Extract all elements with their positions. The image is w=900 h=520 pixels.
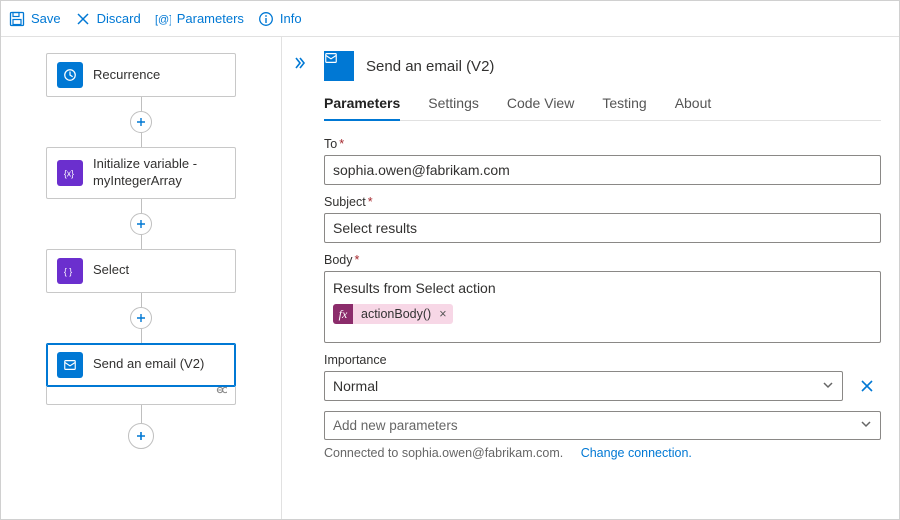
chevron-down-icon bbox=[822, 378, 834, 394]
discard-label: Discard bbox=[97, 11, 141, 26]
panel-title: Send an email (V2) bbox=[366, 58, 494, 75]
command-bar: Save Discard [@] Parameters Info bbox=[1, 1, 899, 37]
step-send-email[interactable]: Send an email (V2) bbox=[46, 343, 236, 387]
parameters-label: Parameters bbox=[177, 11, 244, 26]
tab-testing[interactable]: Testing bbox=[602, 95, 646, 120]
step-send-email-footer[interactable] bbox=[46, 387, 236, 405]
svg-text:{ }: { } bbox=[64, 266, 72, 276]
token-text: actionBody() bbox=[353, 307, 437, 321]
app-root: Save Discard [@] Parameters Info bbox=[0, 0, 900, 520]
add-step-button[interactable] bbox=[128, 423, 154, 449]
connector bbox=[141, 199, 142, 213]
connection-icon bbox=[213, 383, 227, 398]
panel-tabs: Parameters Settings Code View Testing Ab… bbox=[324, 95, 881, 121]
connection-text: Connected to sophia.owen@fabrikam.com. bbox=[324, 446, 563, 460]
to-label: To* bbox=[324, 137, 881, 151]
workspace: Recurrence {x} Initialize variable - myI… bbox=[1, 37, 899, 519]
body-editor[interactable]: Results from Select action fx actionBody… bbox=[324, 271, 881, 343]
step-recurrence[interactable]: Recurrence bbox=[46, 53, 236, 97]
step-label: Select bbox=[93, 262, 129, 279]
svg-text:[@]: [@] bbox=[155, 14, 171, 26]
add-step-button[interactable] bbox=[130, 213, 152, 235]
add-parameters-label: Add new parameters bbox=[333, 418, 458, 433]
step-label: Send an email (V2) bbox=[93, 356, 204, 373]
body-label: Body* bbox=[324, 253, 881, 267]
info-label: Info bbox=[280, 11, 302, 26]
outlook-icon bbox=[324, 51, 354, 81]
info-icon bbox=[258, 11, 274, 27]
chevron-down-icon bbox=[860, 418, 872, 433]
token-remove-button[interactable]: × bbox=[437, 307, 452, 321]
save-icon bbox=[9, 11, 25, 27]
chevron-double-right-icon bbox=[292, 55, 308, 71]
connector bbox=[141, 133, 142, 147]
clock-icon bbox=[57, 62, 83, 88]
step-label: Recurrence bbox=[93, 67, 160, 84]
svg-text:{x}: {x} bbox=[64, 168, 74, 178]
info-button[interactable]: Info bbox=[258, 11, 302, 27]
expression-token[interactable]: fx actionBody() × bbox=[333, 304, 453, 324]
parameters-button[interactable]: [@] Parameters bbox=[155, 11, 244, 27]
to-input[interactable] bbox=[324, 155, 881, 185]
collapse-panel-button[interactable] bbox=[282, 37, 318, 519]
connector bbox=[141, 293, 142, 307]
connector bbox=[141, 405, 142, 423]
step-select[interactable]: { } Select bbox=[46, 249, 236, 293]
parameters-icon: [@] bbox=[155, 11, 171, 27]
fx-icon: fx bbox=[333, 304, 353, 324]
importance-value: Normal bbox=[333, 378, 378, 394]
tab-about[interactable]: About bbox=[675, 95, 712, 120]
clear-importance-button[interactable] bbox=[853, 372, 881, 400]
step-label: Initialize variable - myIntegerArray bbox=[93, 156, 225, 190]
discard-button[interactable]: Discard bbox=[75, 11, 141, 27]
save-label: Save bbox=[31, 11, 61, 26]
select-icon: { } bbox=[57, 258, 83, 284]
importance-select[interactable]: Normal bbox=[324, 371, 843, 401]
add-step-button[interactable] bbox=[130, 307, 152, 329]
connector bbox=[141, 329, 142, 343]
flow-designer: Recurrence {x} Initialize variable - myI… bbox=[1, 37, 281, 519]
subject-label: Subject* bbox=[324, 195, 881, 209]
add-parameters-select[interactable]: Add new parameters bbox=[324, 411, 881, 440]
importance-label: Importance bbox=[324, 353, 881, 367]
body-text: Results from Select action bbox=[333, 280, 872, 296]
tab-settings[interactable]: Settings bbox=[428, 95, 479, 120]
connection-status: Connected to sophia.owen@fabrikam.com. C… bbox=[324, 446, 881, 460]
tab-code-view[interactable]: Code View bbox=[507, 95, 574, 120]
save-button[interactable]: Save bbox=[9, 11, 61, 27]
subject-input[interactable] bbox=[324, 213, 881, 243]
action-panel: Send an email (V2) Parameters Settings C… bbox=[318, 37, 899, 519]
details-pane: Send an email (V2) Parameters Settings C… bbox=[281, 37, 899, 519]
connector bbox=[141, 97, 142, 111]
change-connection-link[interactable]: Change connection. bbox=[581, 446, 692, 460]
close-icon bbox=[75, 11, 91, 27]
add-step-button[interactable] bbox=[130, 111, 152, 133]
variable-icon: {x} bbox=[57, 160, 83, 186]
panel-header: Send an email (V2) bbox=[324, 51, 881, 81]
tab-parameters[interactable]: Parameters bbox=[324, 95, 400, 121]
connector bbox=[141, 235, 142, 249]
step-initialize-variable[interactable]: {x} Initialize variable - myIntegerArray bbox=[46, 147, 236, 199]
outlook-icon bbox=[57, 352, 83, 378]
